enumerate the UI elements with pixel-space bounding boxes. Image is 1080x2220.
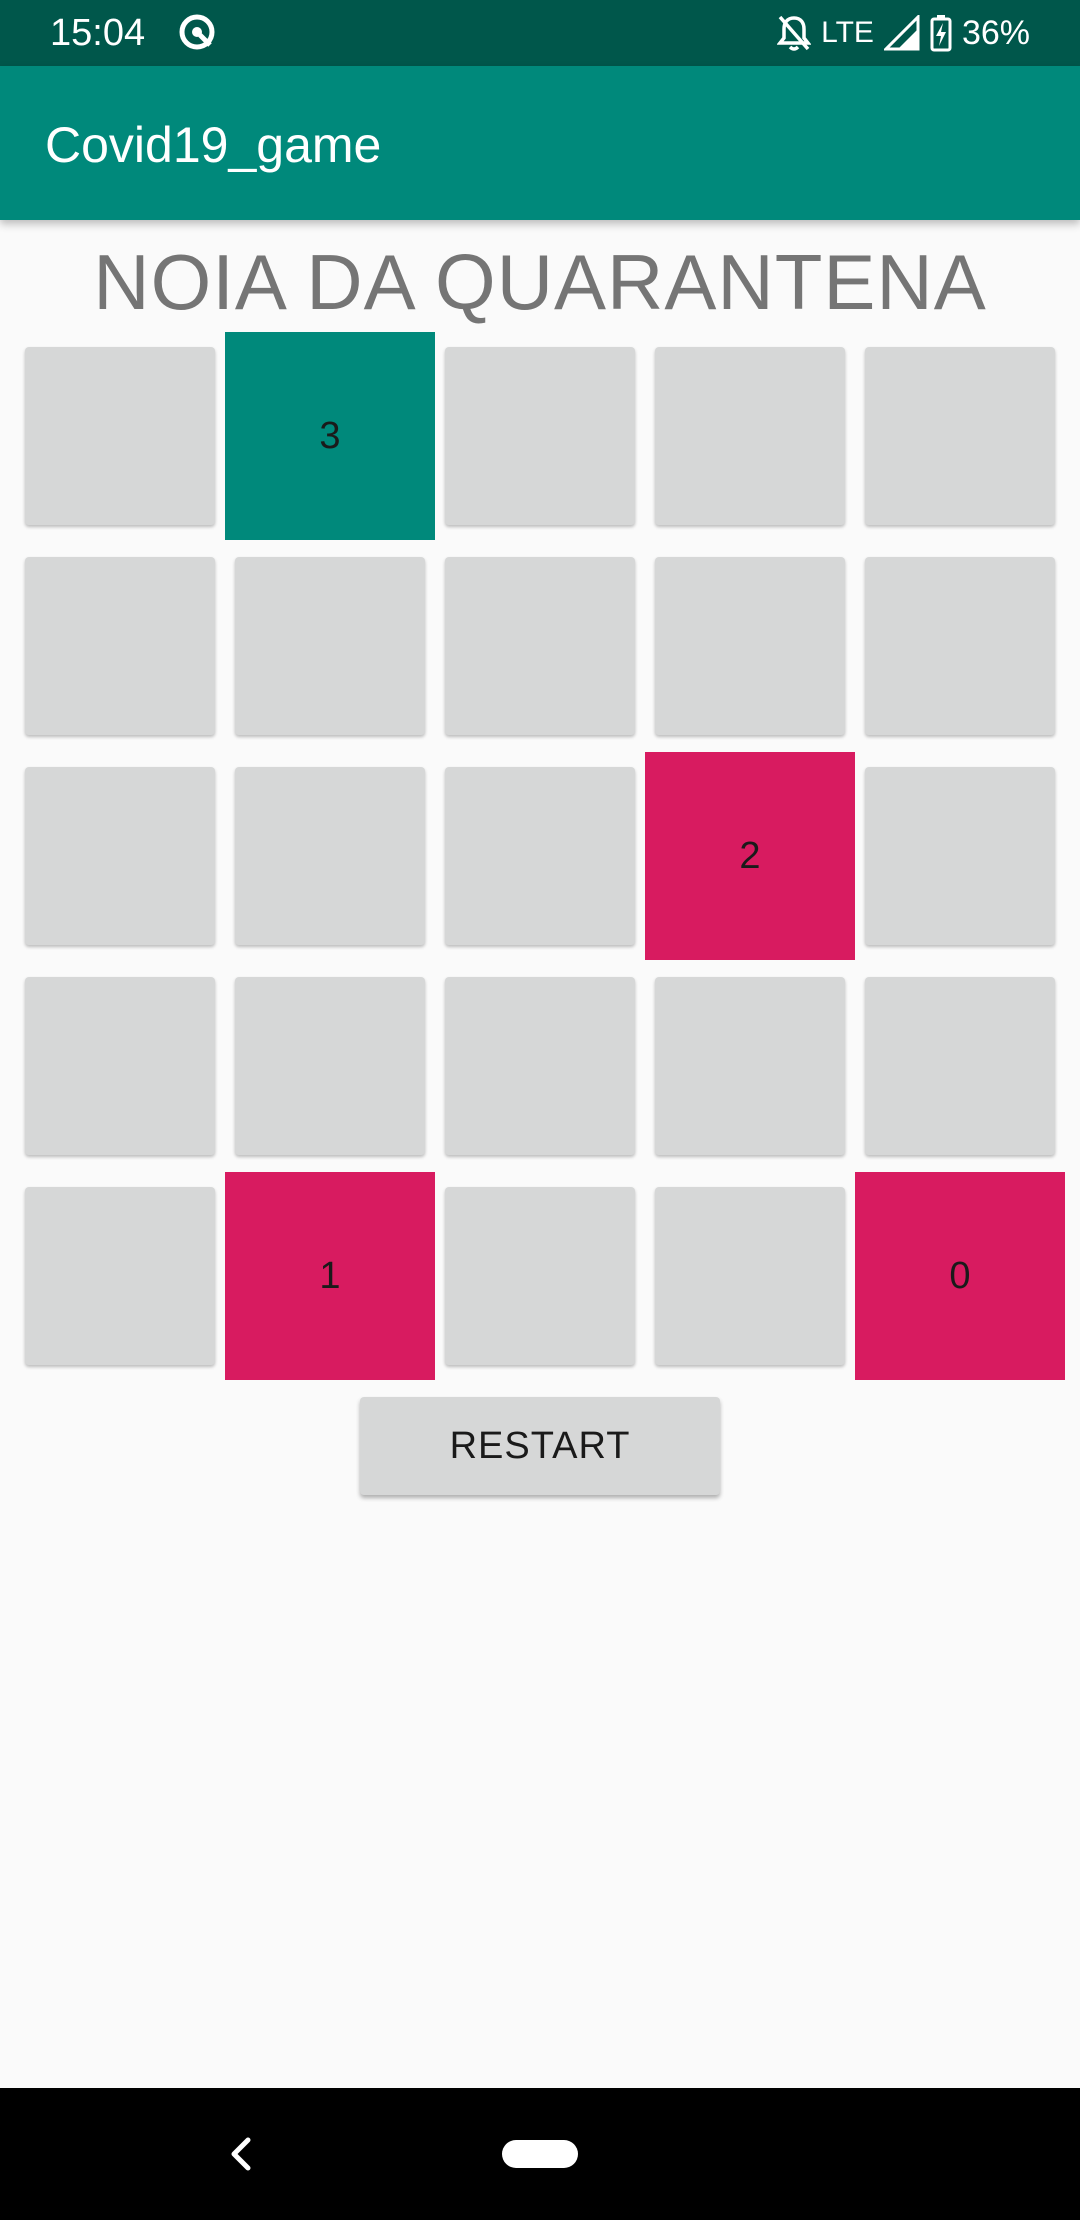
grid-cell-r5-c4[interactable] xyxy=(655,1187,845,1365)
grid-cell-r1-c1[interactable] xyxy=(25,347,215,525)
back-icon[interactable] xyxy=(222,2132,258,2176)
game-grid: 3 2 1 0 xyxy=(0,0,1080,1400)
grid-cell-r1-c5[interactable] xyxy=(865,347,1055,525)
grid-cell-r4-c5[interactable] xyxy=(865,977,1055,1155)
grid-cell-r3-c5[interactable] xyxy=(865,767,1055,945)
grid-cell-r4-c1[interactable] xyxy=(25,977,215,1155)
grid-cell-r3-c4[interactable]: 2 xyxy=(645,752,855,960)
grid-cell-r5-c1[interactable] xyxy=(25,1187,215,1365)
grid-cell-r5-c3[interactable] xyxy=(445,1187,635,1365)
restart-button[interactable]: RESTART xyxy=(360,1397,720,1495)
grid-cell-r2-c5[interactable] xyxy=(865,557,1055,735)
grid-cell-r3-c1[interactable] xyxy=(25,767,215,945)
grid-cell-r4-c3[interactable] xyxy=(445,977,635,1155)
grid-cell-r1-c2[interactable]: 3 xyxy=(225,332,435,540)
grid-cell-r4-c4[interactable] xyxy=(655,977,845,1155)
grid-cell-r3-c3[interactable] xyxy=(445,767,635,945)
grid-cell-r2-c2[interactable] xyxy=(235,557,425,735)
grid-cell-r5-c2[interactable]: 1 xyxy=(225,1172,435,1380)
grid-cell-r3-c2[interactable] xyxy=(235,767,425,945)
grid-cell-r2-c1[interactable] xyxy=(25,557,215,735)
grid-cell-r2-c4[interactable] xyxy=(655,557,845,735)
home-pill-icon[interactable] xyxy=(502,2140,578,2168)
grid-cell-r2-c3[interactable] xyxy=(445,557,635,735)
grid-cell-r4-c2[interactable] xyxy=(235,977,425,1155)
grid-cell-r1-c4[interactable] xyxy=(655,347,845,525)
grid-cell-r5-c5[interactable]: 0 xyxy=(855,1172,1065,1380)
grid-cell-r1-c3[interactable] xyxy=(445,347,635,525)
